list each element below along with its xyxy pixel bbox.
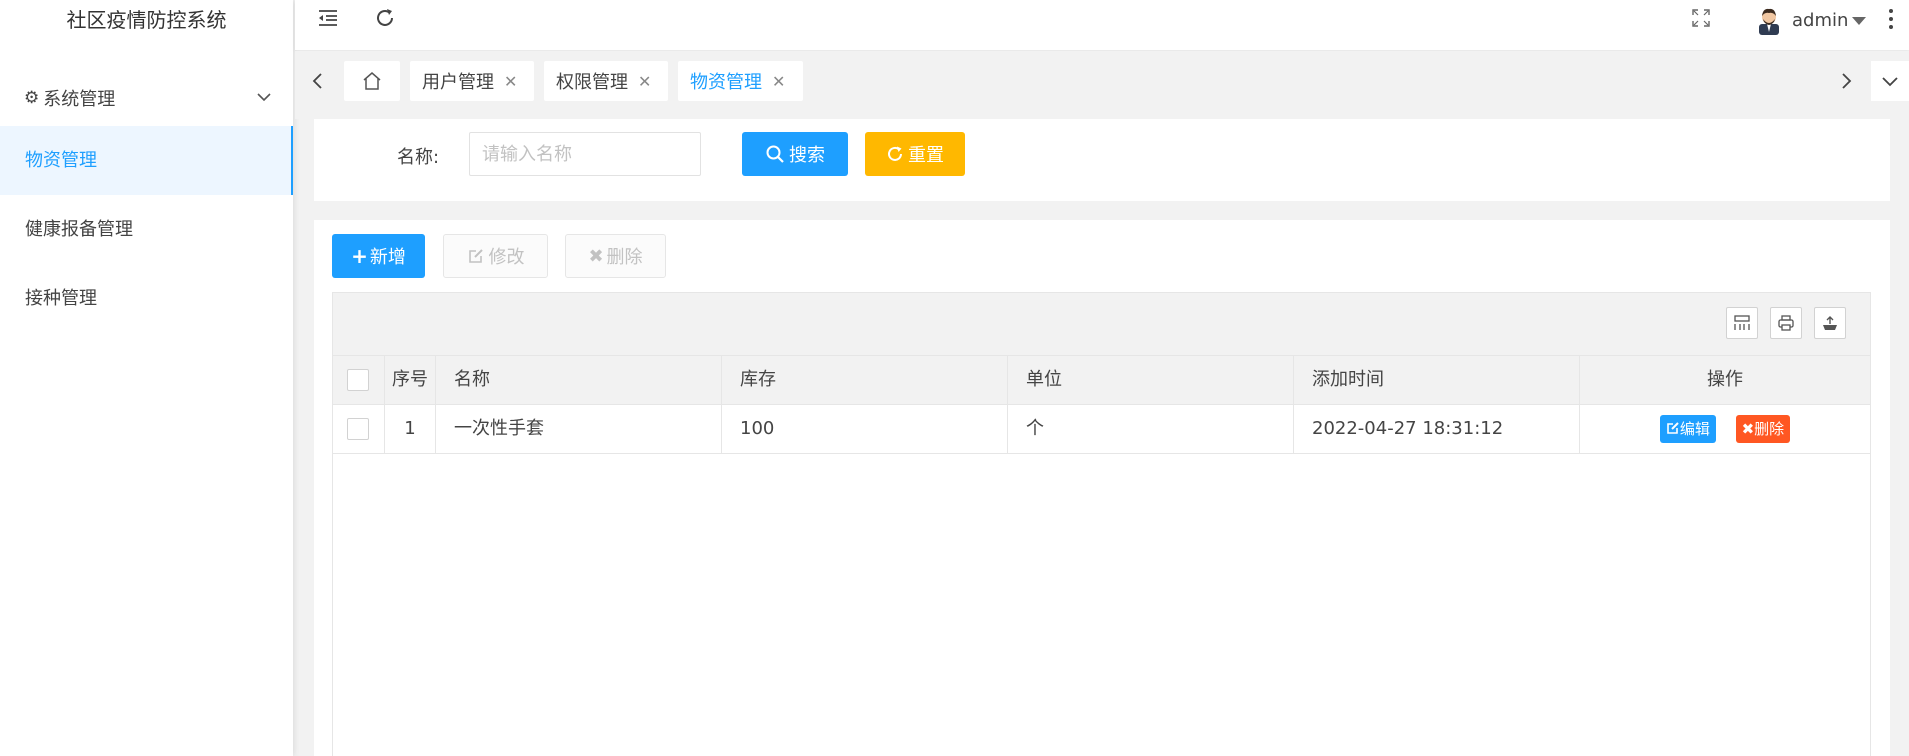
tab-supplies-management[interactable]: 物资管理 ✕ <box>678 61 803 101</box>
sidebar: 社区疫情防控系统 ⚙ 系统管理 物资管理 健康报备管理 接种管理 <box>0 0 293 756</box>
chevron-left-icon <box>312 73 322 89</box>
gear-icon: ⚙ <box>24 88 40 108</box>
cell-unit: 个 <box>1008 405 1294 453</box>
table-header: 序号 名称 库存 单位 添加时间 操作 <box>333 356 1870 405</box>
tab-permission-management[interactable]: 权限管理 ✕ <box>544 61 668 101</box>
table-toolbar <box>333 293 1870 356</box>
refresh-icon <box>888 146 902 161</box>
header-actions: 操作 <box>1707 369 1743 390</box>
data-table: 序号 名称 库存 单位 添加时间 操作 1 一次性手套 100 个 2022-0… <box>332 292 1871 756</box>
cell-actions: 编辑 ✖删除 <box>1580 405 1870 453</box>
app-title: 社区疫情防控系统 <box>66 8 227 32</box>
tab-home[interactable] <box>344 61 400 101</box>
header-stock: 库存 <box>722 356 1008 404</box>
search-button[interactable]: 搜索 <box>742 132 848 176</box>
search-icon <box>766 145 784 163</box>
sidebar-item-health-report[interactable]: 健康报备管理 <box>0 195 293 264</box>
sidebar-group-label: 系统管理 <box>43 89 116 110</box>
name-label: 名称: <box>397 147 440 168</box>
close-icon: ✖ <box>588 245 604 267</box>
delete-button[interactable]: ✖ 删除 <box>565 234 666 278</box>
chevron-down-icon <box>1882 77 1898 87</box>
tab-scroll-left[interactable] <box>303 61 333 101</box>
tab-label: 权限管理 <box>556 72 628 93</box>
row-edit-button[interactable]: 编辑 <box>1659 415 1716 443</box>
edit-icon <box>468 249 483 263</box>
user-menu[interactable]: admin <box>1754 4 1867 36</box>
delete-button-label: 删除 <box>606 247 643 268</box>
header-unit: 单位 <box>1008 356 1294 404</box>
cell-index: 1 <box>385 405 436 453</box>
select-all-checkbox[interactable] <box>347 369 369 391</box>
table-row: 1 一次性手套 100 个 2022-04-27 18:31:12 编辑 ✖删除 <box>333 405 1870 454</box>
print-button[interactable] <box>1770 307 1802 339</box>
caret-down-icon <box>1852 17 1867 25</box>
avatar <box>1759 8 1779 35</box>
row-checkbox[interactable] <box>347 418 369 440</box>
sidebar-item-label: 接种管理 <box>25 288 97 309</box>
header-name: 名称 <box>436 356 722 404</box>
export-button[interactable] <box>1814 307 1846 339</box>
home-icon <box>363 72 381 90</box>
chevron-down-icon <box>257 93 271 102</box>
row-edit-label: 编辑 <box>1679 420 1710 438</box>
search-button-label: 搜索 <box>789 145 825 166</box>
tab-label: 用户管理 <box>422 72 494 93</box>
header-checkbox-cell <box>333 356 385 404</box>
tab-user-management[interactable]: 用户管理 ✕ <box>410 61 534 101</box>
name-search-input[interactable] <box>469 132 701 176</box>
row-delete-button[interactable]: ✖删除 <box>1735 415 1791 443</box>
row-checkbox-cell <box>333 405 385 453</box>
cell-name: 一次性手套 <box>436 405 722 453</box>
row-delete-label: 删除 <box>1754 420 1785 438</box>
fullscreen-icon[interactable] <box>1691 8 1711 28</box>
tab-scroll-right[interactable] <box>1831 61 1861 101</box>
sidebar-group-system[interactable]: ⚙ 系统管理 <box>0 70 293 126</box>
plus-icon: + <box>351 244 368 268</box>
top-header: admin <box>295 0 1909 50</box>
tab-dropdown[interactable] <box>1871 61 1909 101</box>
tab-label: 物资管理 <box>690 72 762 93</box>
add-button-label: 新增 <box>369 247 406 268</box>
username: admin <box>1792 9 1849 31</box>
sidebar-item-vaccination[interactable]: 接种管理 <box>0 264 293 333</box>
sidebar-item-supplies[interactable]: 物资管理 <box>0 126 293 195</box>
sidebar-item-label: 健康报备管理 <box>25 219 133 240</box>
reset-button[interactable]: 重置 <box>865 132 965 176</box>
edit-icon <box>1667 422 1679 434</box>
export-icon <box>1823 316 1837 330</box>
edit-button-label: 修改 <box>488 247 525 268</box>
reset-button-label: 重置 <box>908 145 944 166</box>
columns-filter-button[interactable] <box>1726 307 1758 339</box>
chevron-right-icon <box>1842 73 1852 89</box>
sidebar-item-label: 物资管理 <box>25 150 97 171</box>
more-vertical-icon[interactable] <box>1888 8 1894 30</box>
tab-bar: 用户管理 ✕ 权限管理 ✕ 物资管理 ✕ <box>295 51 1909 119</box>
close-icon[interactable]: ✕ <box>772 72 785 91</box>
add-button[interactable]: + 新增 <box>332 234 425 278</box>
columns-icon <box>1734 315 1750 330</box>
header-added-time: 添加时间 <box>1294 356 1580 404</box>
cell-added-time: 2022-04-27 18:31:12 <box>1294 405 1580 453</box>
print-icon <box>1778 315 1794 331</box>
close-icon: ✖ <box>1741 420 1755 438</box>
cell-stock: 100 <box>722 405 1008 453</box>
menu-fold-icon[interactable] <box>316 6 340 30</box>
refresh-icon[interactable] <box>373 6 397 30</box>
close-icon[interactable]: ✕ <box>638 72 651 91</box>
close-icon[interactable]: ✕ <box>504 72 517 91</box>
header-index: 序号 <box>385 356 436 404</box>
edit-button[interactable]: 修改 <box>443 234 548 278</box>
